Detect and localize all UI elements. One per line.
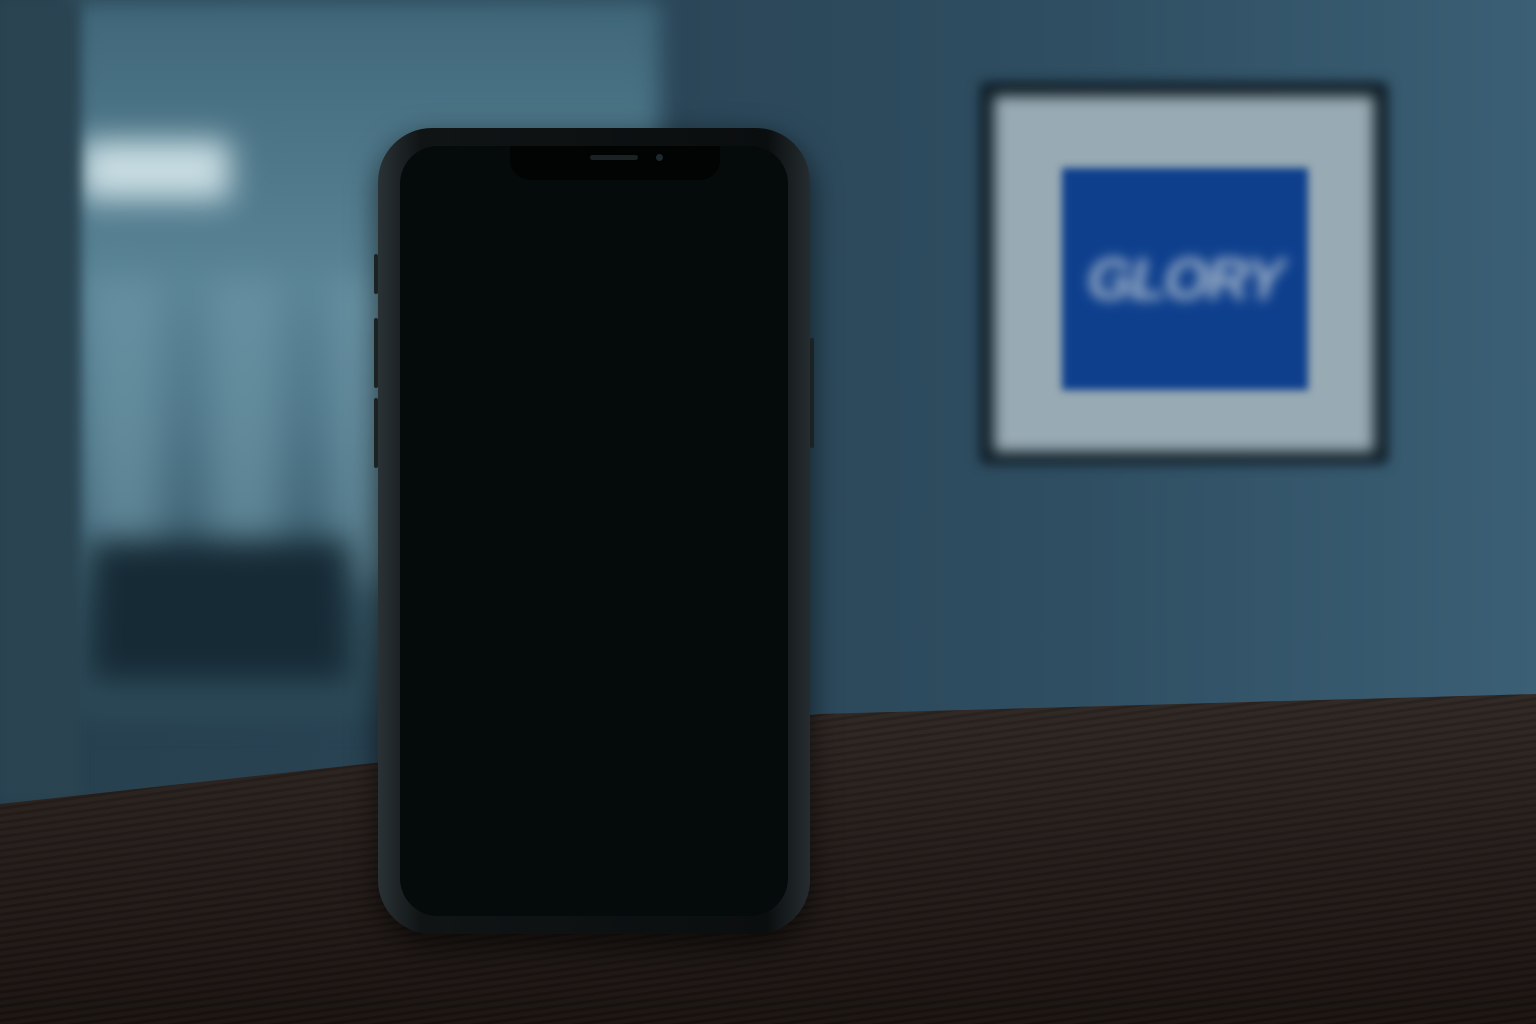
phone-volume-up (374, 318, 378, 388)
smartphone (374, 128, 814, 934)
blurred-chairs (90, 540, 350, 680)
speaker-icon (590, 155, 638, 160)
phone-power-button (810, 338, 814, 448)
camera-icon (656, 154, 663, 161)
phone-screen (400, 146, 788, 916)
logo-text: GLORY (1087, 246, 1284, 312)
window-pane (90, 280, 160, 580)
window-pane (210, 280, 280, 580)
phone-notch (510, 146, 720, 180)
ceiling-light (80, 140, 230, 200)
framed-logo-sign: GLORY (1062, 168, 1308, 390)
wall-pillar (0, 0, 80, 800)
phone-volume-down (374, 398, 378, 468)
phone-mute-switch (374, 254, 378, 294)
